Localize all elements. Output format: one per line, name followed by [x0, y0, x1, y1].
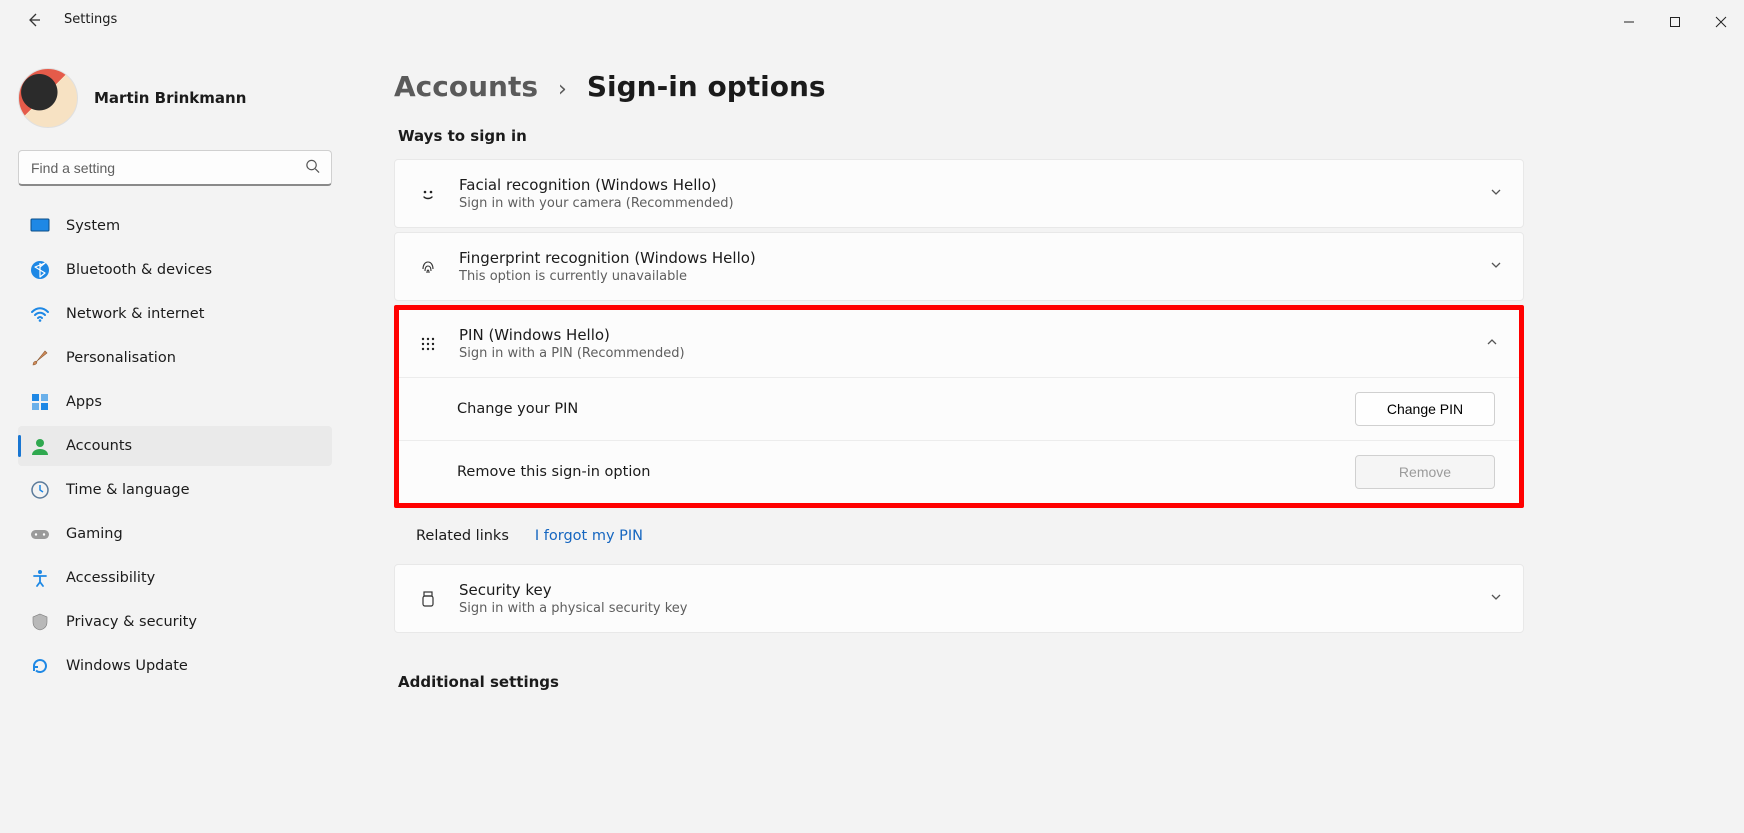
nav-system[interactable]: System	[18, 206, 332, 246]
fingerprint-icon	[417, 257, 439, 277]
apps-icon	[30, 392, 50, 412]
change-pin-button[interactable]: Change PIN	[1355, 392, 1495, 426]
nav-label: Apps	[66, 394, 102, 410]
related-links: Related links I forgot my PIN	[394, 512, 1524, 564]
search-icon	[305, 159, 320, 178]
nav-accounts[interactable]: Accounts	[18, 426, 332, 466]
minimize-icon	[1623, 16, 1635, 28]
nav-label: Windows Update	[66, 658, 188, 674]
option-subtitle: Sign in with a PIN (Recommended)	[459, 346, 685, 361]
breadcrumb-top[interactable]: Accounts	[394, 70, 538, 103]
chevron-right-icon: ›	[558, 77, 567, 102]
update-icon	[30, 656, 50, 676]
nav-label: Network & internet	[66, 306, 204, 322]
option-title: Fingerprint recognition (Windows Hello)	[459, 249, 756, 267]
arrow-left-icon	[26, 12, 42, 28]
nav-label: Personalisation	[66, 350, 176, 366]
option-security-key[interactable]: Security key Sign in with a physical sec…	[394, 564, 1524, 633]
chevron-up-icon	[1485, 334, 1499, 353]
nav-label: System	[66, 218, 120, 234]
forgot-pin-link[interactable]: I forgot my PIN	[535, 528, 643, 544]
nav: System Bluetooth & devices Network & int…	[18, 204, 332, 688]
content: Accounts › Sign-in options Ways to sign …	[350, 48, 1744, 833]
section-additional-header: Additional settings	[398, 673, 1524, 691]
usb-key-icon	[417, 589, 439, 609]
chevron-down-icon	[1489, 589, 1503, 608]
nav-label: Privacy & security	[66, 614, 197, 630]
system-icon	[30, 216, 50, 236]
gamepad-icon	[30, 524, 50, 544]
nav-label: Gaming	[66, 526, 123, 542]
minimize-button[interactable]	[1606, 6, 1652, 38]
chevron-down-icon	[1489, 257, 1503, 276]
shield-icon	[30, 612, 50, 632]
nav-label: Bluetooth & devices	[66, 262, 212, 278]
close-button[interactable]	[1698, 6, 1744, 38]
pin-remove-row: Remove this sign-in option Remove	[399, 440, 1519, 503]
profile-name: Martin Brinkmann	[94, 89, 246, 107]
avatar	[18, 68, 78, 128]
keypad-icon	[417, 334, 439, 354]
nav-personalisation[interactable]: Personalisation	[18, 338, 332, 378]
clock-icon	[30, 480, 50, 500]
sidebar: Martin Brinkmann System Bluetooth & devi…	[0, 48, 350, 833]
nav-privacy[interactable]: Privacy & security	[18, 602, 332, 642]
remove-pin-button[interactable]: Remove	[1355, 455, 1495, 489]
profile-block[interactable]: Martin Brinkmann	[18, 60, 332, 150]
option-subtitle: This option is currently unavailable	[459, 269, 756, 284]
option-pin-header[interactable]: PIN (Windows Hello) Sign in with a PIN (…	[399, 310, 1519, 377]
nav-time[interactable]: Time & language	[18, 470, 332, 510]
app-title: Settings	[64, 6, 117, 34]
option-title: Facial recognition (Windows Hello)	[459, 176, 734, 194]
breadcrumb: Accounts › Sign-in options	[394, 70, 1524, 103]
pin-remove-label: Remove this sign-in option	[457, 464, 650, 480]
title-bar: Settings	[0, 0, 1744, 48]
option-subtitle: Sign in with your camera (Recommended)	[459, 196, 734, 211]
brush-icon	[30, 348, 50, 368]
option-pin-expanded: PIN (Windows Hello) Sign in with a PIN (…	[394, 305, 1524, 508]
nav-label: Accounts	[66, 438, 132, 454]
nav-apps[interactable]: Apps	[18, 382, 332, 422]
nav-bluetooth[interactable]: Bluetooth & devices	[18, 250, 332, 290]
option-subtitle: Sign in with a physical security key	[459, 601, 688, 616]
back-button[interactable]	[20, 6, 48, 34]
face-icon	[417, 184, 439, 204]
section-ways-header: Ways to sign in	[398, 127, 1524, 145]
close-icon	[1715, 16, 1727, 28]
related-label: Related links	[416, 528, 509, 544]
option-title: Security key	[459, 581, 688, 599]
search-wrap	[18, 150, 332, 186]
nav-label: Time & language	[66, 482, 190, 498]
wifi-icon	[30, 304, 50, 324]
maximize-icon	[1669, 16, 1681, 28]
chevron-down-icon	[1489, 184, 1503, 203]
page-title: Sign-in options	[587, 70, 826, 103]
nav-gaming[interactable]: Gaming	[18, 514, 332, 554]
nav-label: Accessibility	[66, 570, 155, 586]
option-facial-recognition[interactable]: Facial recognition (Windows Hello) Sign …	[394, 159, 1524, 228]
window-controls	[1606, 6, 1744, 38]
accessibility-icon	[30, 568, 50, 588]
bluetooth-icon	[30, 260, 50, 280]
pin-change-label: Change your PIN	[457, 401, 578, 417]
nav-update[interactable]: Windows Update	[18, 646, 332, 686]
option-title: PIN (Windows Hello)	[459, 326, 685, 344]
maximize-button[interactable]	[1652, 6, 1698, 38]
nav-accessibility[interactable]: Accessibility	[18, 558, 332, 598]
nav-network[interactable]: Network & internet	[18, 294, 332, 334]
option-fingerprint[interactable]: Fingerprint recognition (Windows Hello) …	[394, 232, 1524, 301]
search-input[interactable]	[18, 150, 332, 186]
pin-change-row: Change your PIN Change PIN	[399, 377, 1519, 440]
person-icon	[30, 436, 50, 456]
